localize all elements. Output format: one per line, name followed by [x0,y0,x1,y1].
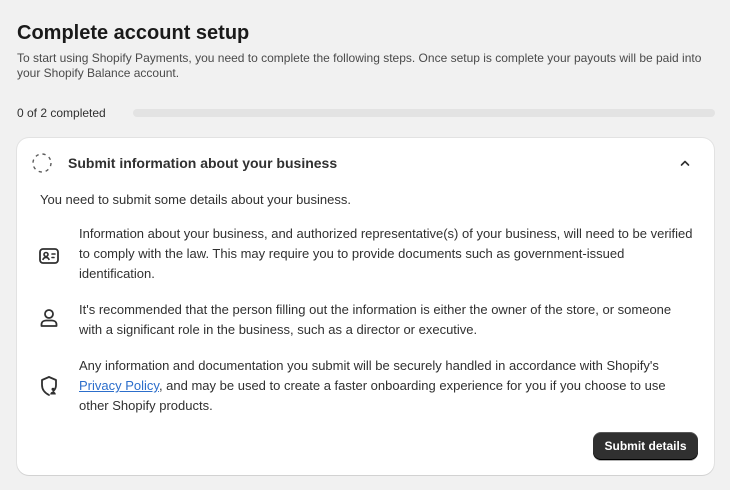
privacy-text-before: Any information and documentation you su… [79,358,659,373]
privacy-policy-link[interactable]: Privacy Policy [79,378,159,393]
setup-step-card: Submit information about your business Y… [17,138,714,475]
page-title: Complete account setup [17,22,250,44]
info-text-person: It's recommended that the person filling… [79,302,672,337]
id-card-icon [39,248,59,264]
chevron-up-icon[interactable] [679,157,691,169]
step-title: Submit information about your business [68,155,338,171]
step-header[interactable]: Submit information about your business [17,138,714,186]
info-text-privacy: Any information and documentation you su… [79,356,694,416]
step-intro: You need to submit some details about yo… [40,192,351,207]
privacy-shield-icon [41,376,57,396]
privacy-text-after: , and may be used to create a faster onb… [79,378,666,413]
page-description: To start using Shopify Payments, you nee… [17,51,702,80]
incomplete-step-icon [32,153,52,173]
info-text-verification: Information about your business, and aut… [79,226,693,281]
progress-label: 0 of 2 completed [17,106,106,120]
progress-bar [133,109,715,117]
person-icon [40,309,58,327]
submit-details-button[interactable]: Submit details [593,432,698,460]
